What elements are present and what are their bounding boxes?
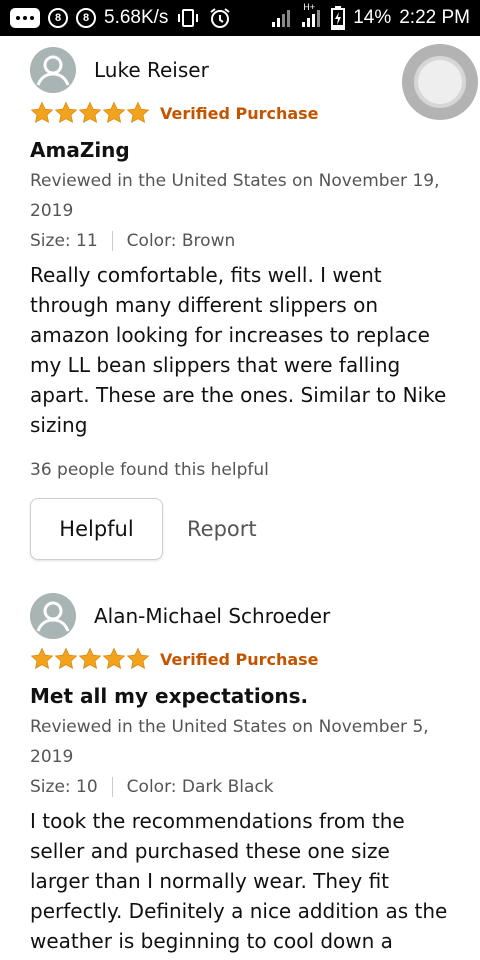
star-icon xyxy=(54,101,78,123)
color-label: Color: Brown xyxy=(126,231,236,251)
avatar xyxy=(30,593,76,639)
network-speed: 5.68K/s xyxy=(104,7,169,28)
star-rating xyxy=(30,101,150,125)
more-notifications-icon xyxy=(10,8,40,28)
star-icon xyxy=(126,647,150,669)
rating-row: Verified Purchase xyxy=(30,646,460,672)
star-rating xyxy=(30,647,150,671)
signal-hplus-icon: H+ xyxy=(301,2,323,28)
size-label: Size: 10 xyxy=(30,777,98,797)
star-icon xyxy=(30,647,54,669)
reviews-list[interactable]: Luke Reiser Verified Purchase AmaZing Re… xyxy=(0,36,480,960)
divider xyxy=(111,777,113,797)
review-title: AmaZing xyxy=(30,138,130,162)
report-button[interactable]: Report xyxy=(187,517,257,541)
star-icon xyxy=(30,101,54,123)
star-icon xyxy=(126,101,150,123)
signal-icon xyxy=(271,8,293,28)
review-card: Luke Reiser Verified Purchase AmaZing Re… xyxy=(30,47,460,560)
review-date: Reviewed in the United States on Novembe… xyxy=(30,717,429,767)
app-badge-icon: 8 xyxy=(48,8,68,28)
network-type: H+ xyxy=(303,2,315,12)
review-body: Really comfortable, fits well. I went th… xyxy=(30,263,447,437)
app-badge-icon-2: 8 xyxy=(76,8,96,28)
divider xyxy=(111,231,113,251)
star-icon xyxy=(102,647,126,669)
alarm-icon xyxy=(208,6,232,30)
status-bar: 8 8 5.68K/s H+ 14% 2:22 PM xyxy=(0,0,480,36)
color-label: Color: Dark Black xyxy=(126,777,274,797)
reviewer-row[interactable]: Alan-Michael Schroeder xyxy=(30,593,460,639)
battery-charging-icon xyxy=(331,6,346,30)
review-actions: Helpful Report xyxy=(30,498,460,560)
verified-purchase-badge: Verified Purchase xyxy=(160,103,319,123)
rating-row: Verified Purchase xyxy=(30,100,460,126)
helpful-count: 36 people found this helpful xyxy=(30,460,269,480)
review-card: Alan-Michael Schroeder Verified Purchase… xyxy=(30,593,460,956)
reviewer-row[interactable]: Luke Reiser xyxy=(30,47,460,93)
verified-purchase-badge: Verified Purchase xyxy=(160,649,319,669)
star-icon xyxy=(102,101,126,123)
review-date: Reviewed in the United States on Novembe… xyxy=(30,171,440,221)
star-icon xyxy=(54,647,78,669)
assistive-touch-inner xyxy=(414,56,466,108)
review-title: Met all my expectations. xyxy=(30,684,309,708)
variant-info: Size: 11 Color: Brown xyxy=(30,226,460,256)
reviewer-name: Alan-Michael Schroeder xyxy=(94,604,331,628)
variant-info: Size: 10 Color: Dark Black xyxy=(30,772,460,802)
battery-level: 14% xyxy=(353,7,392,28)
assistive-touch-button[interactable] xyxy=(402,44,478,120)
helpful-button[interactable]: Helpful xyxy=(30,498,163,560)
clock: 2:22 PM xyxy=(399,7,470,28)
star-icon xyxy=(78,101,102,123)
review-body: I took the recommendations from the sell… xyxy=(30,809,448,953)
reviewer-name: Luke Reiser xyxy=(94,58,209,82)
avatar xyxy=(30,47,76,93)
vibrate-icon xyxy=(176,8,200,28)
star-icon xyxy=(78,647,102,669)
size-label: Size: 11 xyxy=(30,231,98,251)
